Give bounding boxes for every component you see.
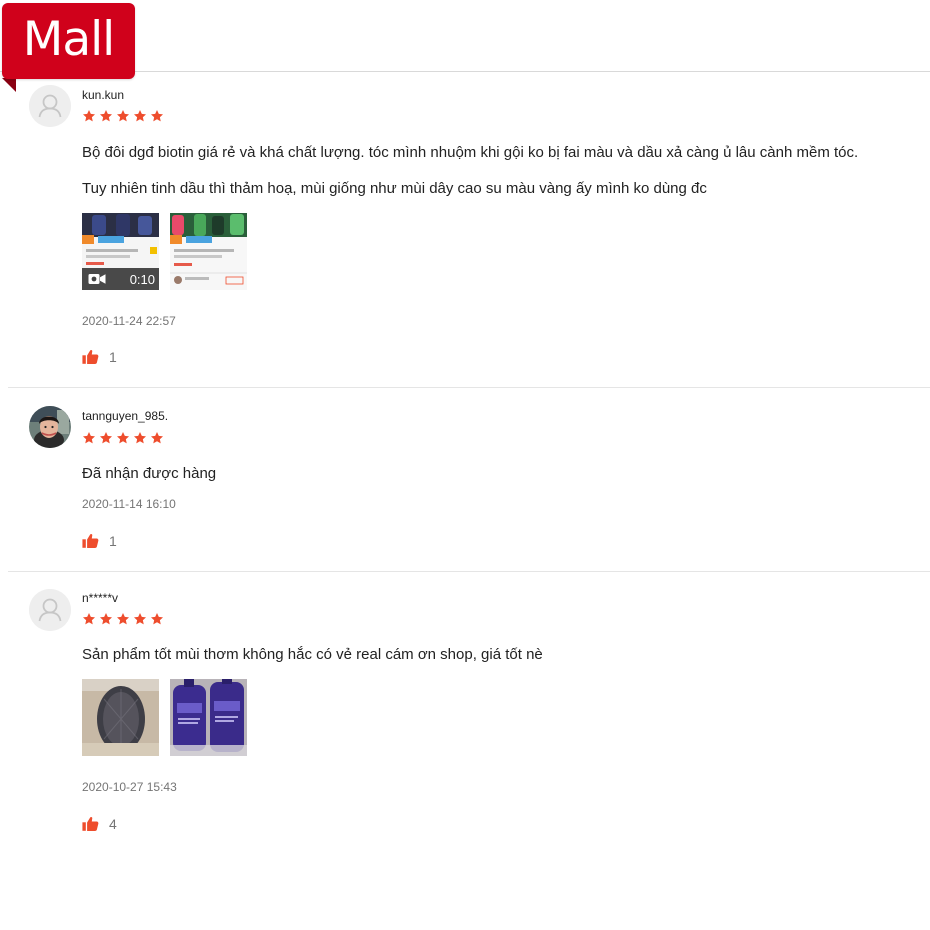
review-video-thumbnail[interactable]: 0:10 [82, 213, 159, 290]
star-icon [99, 109, 113, 123]
video-duration-bar: 0:10 [82, 268, 159, 290]
review-comment: Sản phẩm tốt mùi thơm không hắc có vẻ re… [82, 646, 543, 663]
mall-badge-label: Mall [22, 11, 115, 67]
avatar[interactable] [29, 406, 71, 448]
default-user-icon [29, 589, 71, 631]
star-icon [116, 109, 130, 123]
mall-badge: Mall [2, 3, 135, 79]
star-icon [150, 109, 164, 123]
review-divider [8, 571, 930, 572]
like-count: 1 [109, 349, 117, 365]
star-icon [116, 612, 130, 626]
review-date: 2020-11-24 22:57 [82, 314, 176, 328]
review-photo [170, 213, 247, 290]
review-date: 2020-11-14 16:10 [82, 497, 176, 511]
star-icon [82, 612, 96, 626]
star-icon [150, 612, 164, 626]
rating-stars [82, 612, 164, 626]
star-icon [82, 431, 96, 445]
thumbs-up-icon [82, 816, 99, 832]
star-icon [150, 431, 164, 445]
top-divider [0, 71, 930, 72]
review-image-thumbnail[interactable] [82, 679, 159, 756]
review-date: 2020-10-27 15:43 [82, 780, 177, 794]
star-icon [116, 431, 130, 445]
rating-stars [82, 109, 164, 123]
review-username: tannguyen_985. [82, 409, 169, 423]
star-icon [82, 109, 96, 123]
star-icon [133, 109, 147, 123]
thumbs-up-icon [82, 533, 99, 549]
thumbs-up-icon [82, 349, 99, 365]
avatar[interactable] [29, 85, 71, 127]
review-media [82, 679, 247, 756]
review-divider [8, 387, 930, 388]
review-photo [82, 679, 159, 756]
review-username: n*****v [82, 591, 119, 605]
like-button[interactable]: 1 [82, 533, 117, 549]
like-count: 1 [109, 533, 117, 549]
rating-stars [82, 431, 164, 445]
review-comment: Đã nhận được hàng [82, 465, 217, 482]
review-comment: Tuy nhiên tinh dầu thì thảm hoạ, mùi giố… [82, 180, 707, 197]
avatar[interactable] [29, 589, 71, 631]
review-photo [170, 679, 247, 756]
review-image-thumbnail[interactable] [170, 679, 247, 756]
like-button[interactable]: 1 [82, 349, 117, 365]
review-username: kun.kun [82, 88, 125, 102]
star-icon [99, 431, 113, 445]
mall-badge-fold [2, 78, 16, 92]
user-photo [29, 406, 71, 448]
review-media: 0:10 [82, 213, 247, 290]
star-icon [133, 612, 147, 626]
review-comment: Bộ đôi dgđ biotin giá rẻ và khá chất lượ… [82, 144, 859, 161]
like-count: 4 [109, 816, 117, 832]
star-icon [99, 612, 113, 626]
video-duration: 0:10 [129, 271, 155, 287]
review-image-thumbnail[interactable] [170, 213, 247, 290]
star-icon [133, 431, 147, 445]
like-button[interactable]: 4 [82, 816, 117, 832]
default-user-icon [29, 85, 71, 127]
video-camera-icon [88, 274, 106, 284]
